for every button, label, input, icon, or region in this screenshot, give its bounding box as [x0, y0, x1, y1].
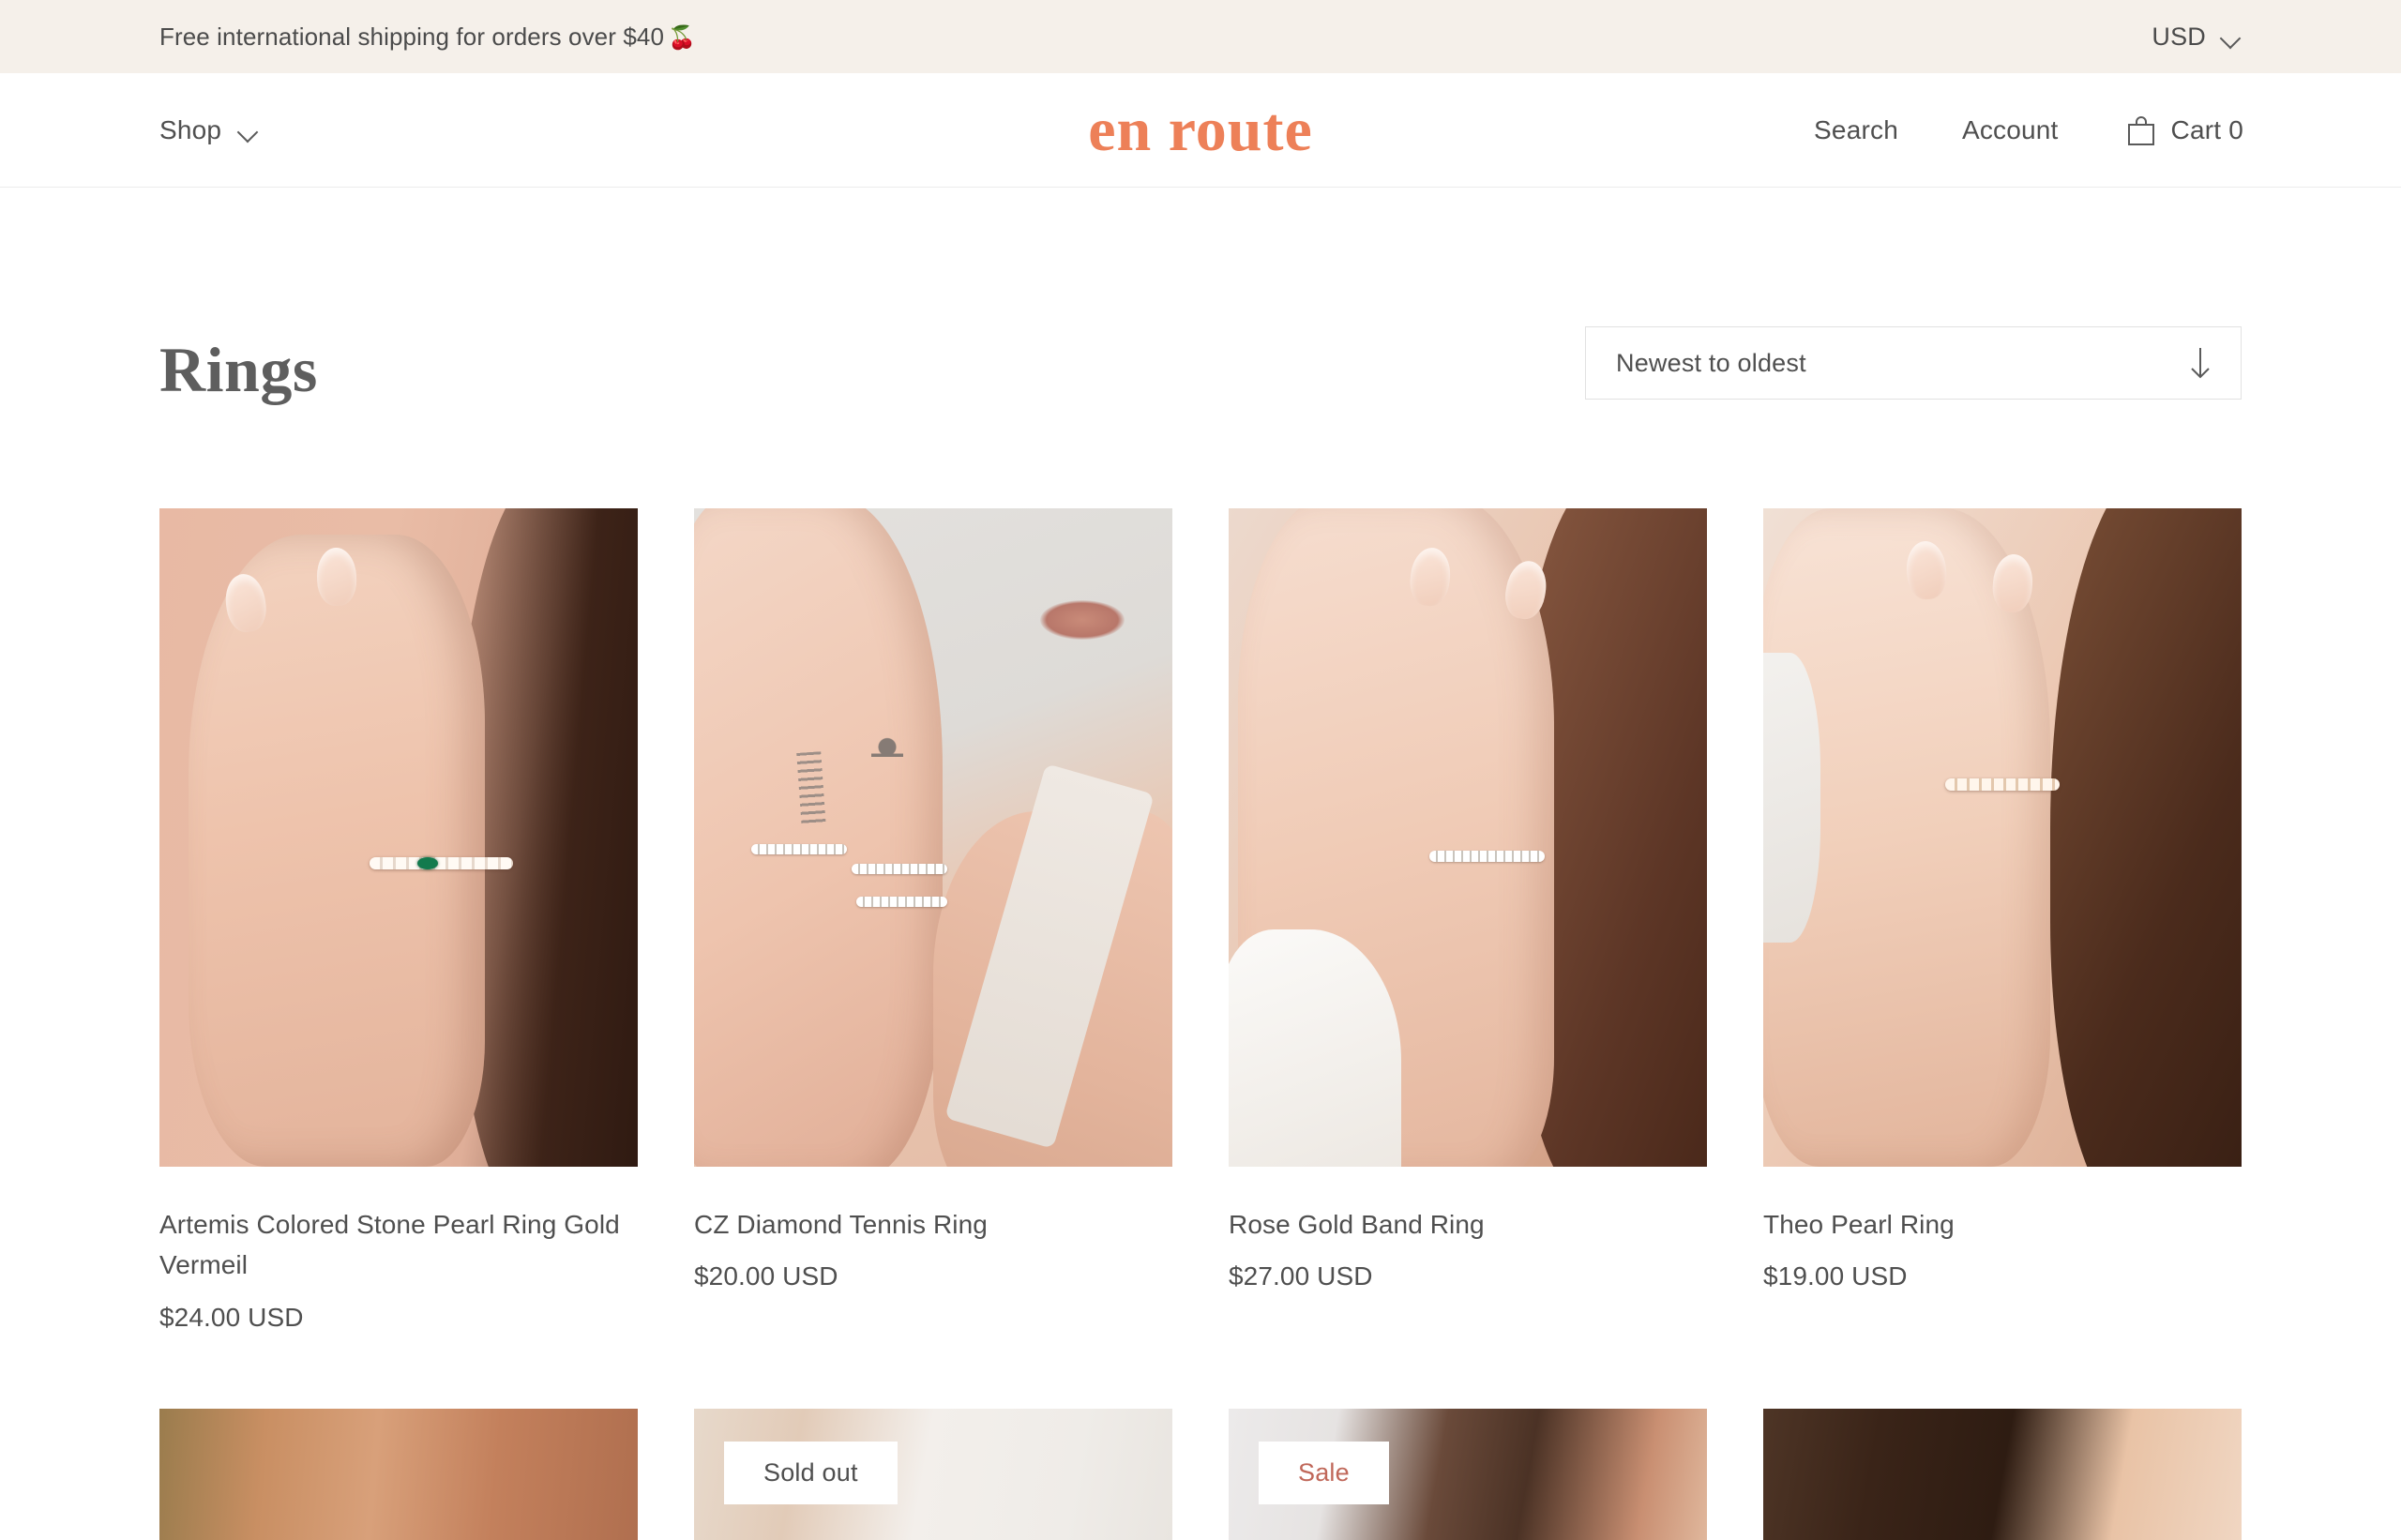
product-image[interactable] [159, 508, 638, 1167]
product-card[interactable]: Sold out [694, 1409, 1172, 1540]
product-info: Artemis Colored Stone Pearl Ring Gold Ve… [159, 1167, 638, 1337]
product-card[interactable]: CZ Diamond Tennis Ring $20.00 USD [694, 508, 1172, 1337]
currency-label: USD [2152, 22, 2206, 51]
product-card[interactable]: Rose Gold Band Ring $27.00 USD [1229, 508, 1707, 1337]
shopping-bag-icon [2127, 115, 2154, 145]
cart-link[interactable]: Cart 0 [2126, 114, 2243, 146]
photo-detail [870, 732, 903, 813]
chevron-down-icon [238, 125, 259, 136]
photo-detail [1763, 653, 1821, 944]
product-info: CZ Diamond Tennis Ring $20.00 USD [694, 1167, 1172, 1297]
product-card[interactable]: Sale [1229, 1409, 1707, 1540]
product-card[interactable]: Theo Pearl Ring $19.00 USD [1763, 508, 2242, 1337]
band-ring-detail [1429, 851, 1545, 863]
photo-detail [1904, 539, 1949, 601]
photo-detail [222, 571, 270, 635]
search-link[interactable]: Search [1814, 115, 1898, 145]
photo-detail [1040, 600, 1125, 641]
site-logo[interactable]: en route [1088, 98, 1313, 161]
product-image[interactable] [694, 508, 1172, 1167]
photo-detail [1501, 557, 1550, 623]
product-title[interactable]: CZ Diamond Tennis Ring [694, 1204, 1172, 1245]
product-info: Theo Pearl Ring $19.00 USD [1763, 1167, 2242, 1297]
nav-shop-label: Shop [159, 114, 222, 144]
product-title[interactable]: Artemis Colored Stone Pearl Ring Gold Ve… [159, 1204, 638, 1286]
arrow-down-icon [2191, 348, 2210, 379]
product-image[interactable]: Sold out [694, 1409, 1172, 1540]
product-photo [159, 508, 638, 1167]
announcement-text: Free international shipping for orders o… [159, 23, 696, 52]
product-price: $19.00 USD [1763, 1261, 1908, 1291]
product-photo [1229, 508, 1707, 1167]
collection-header: Rings Newest to oldest [0, 319, 2401, 525]
sale-badge: Sale [1259, 1442, 1389, 1504]
currency-selector[interactable]: USD [2152, 23, 2242, 52]
sort-dropdown[interactable]: Newest to oldest [1585, 326, 2242, 400]
product-photo [694, 508, 1172, 1167]
photo-detail [316, 547, 358, 607]
photo-detail [796, 750, 826, 828]
product-info: Rose Gold Band Ring $27.00 USD [1229, 1167, 1707, 1297]
sold-out-badge: Sold out [724, 1442, 898, 1504]
product-photo [1763, 508, 2242, 1167]
photo-detail [1229, 929, 1401, 1167]
sort-selected-label: Newest to oldest [1616, 348, 1806, 377]
chevron-down-icon [2221, 31, 2242, 42]
product-image[interactable] [1763, 1409, 2242, 1540]
product-price: $24.00 USD [159, 1302, 304, 1332]
product-title[interactable]: Theo Pearl Ring [1763, 1204, 2242, 1245]
product-image[interactable] [1229, 508, 1707, 1167]
cherries-icon: 🍒 [668, 24, 696, 51]
product-photo [1763, 1409, 2242, 1540]
product-image[interactable] [159, 1409, 638, 1540]
account-link[interactable]: Account [1962, 115, 2059, 145]
nav-shop-menu[interactable]: Shop [159, 115, 259, 145]
cart-label: Cart 0 [2170, 114, 2243, 144]
site-header: Shop en route Search Account Cart 0 [0, 73, 2401, 188]
photo-detail [944, 762, 1155, 1149]
product-price: $27.00 USD [1229, 1261, 1373, 1291]
product-photo [159, 1409, 638, 1540]
announcement-message: Free international shipping for orders o… [159, 22, 665, 51]
product-card[interactable] [159, 1409, 638, 1540]
announcement-bar: Free international shipping for orders o… [0, 0, 2401, 73]
cz-ring-detail [751, 844, 848, 855]
product-image[interactable]: Sale [1229, 1409, 1707, 1540]
product-price: $20.00 USD [694, 1261, 838, 1291]
cz-ring-detail [856, 897, 948, 908]
product-card[interactable] [1763, 1409, 2242, 1540]
cz-ring-detail [852, 864, 948, 875]
pearl-ring-detail [370, 857, 514, 870]
photo-detail [1990, 552, 2034, 614]
product-image[interactable] [1763, 508, 2242, 1167]
product-grid: Artemis Colored Stone Pearl Ring Gold Ve… [159, 508, 2242, 1337]
product-card[interactable]: Artemis Colored Stone Pearl Ring Gold Ve… [159, 508, 638, 1337]
product-grid-row-2: Sold out Sale [159, 1409, 2242, 1540]
header-nav-right: Search Account Cart 0 [1814, 114, 2243, 146]
pearl-ring-detail [1944, 778, 2061, 791]
product-title[interactable]: Rose Gold Band Ring [1229, 1204, 1707, 1245]
page-title: Rings [159, 334, 318, 405]
photo-detail [1407, 546, 1453, 609]
